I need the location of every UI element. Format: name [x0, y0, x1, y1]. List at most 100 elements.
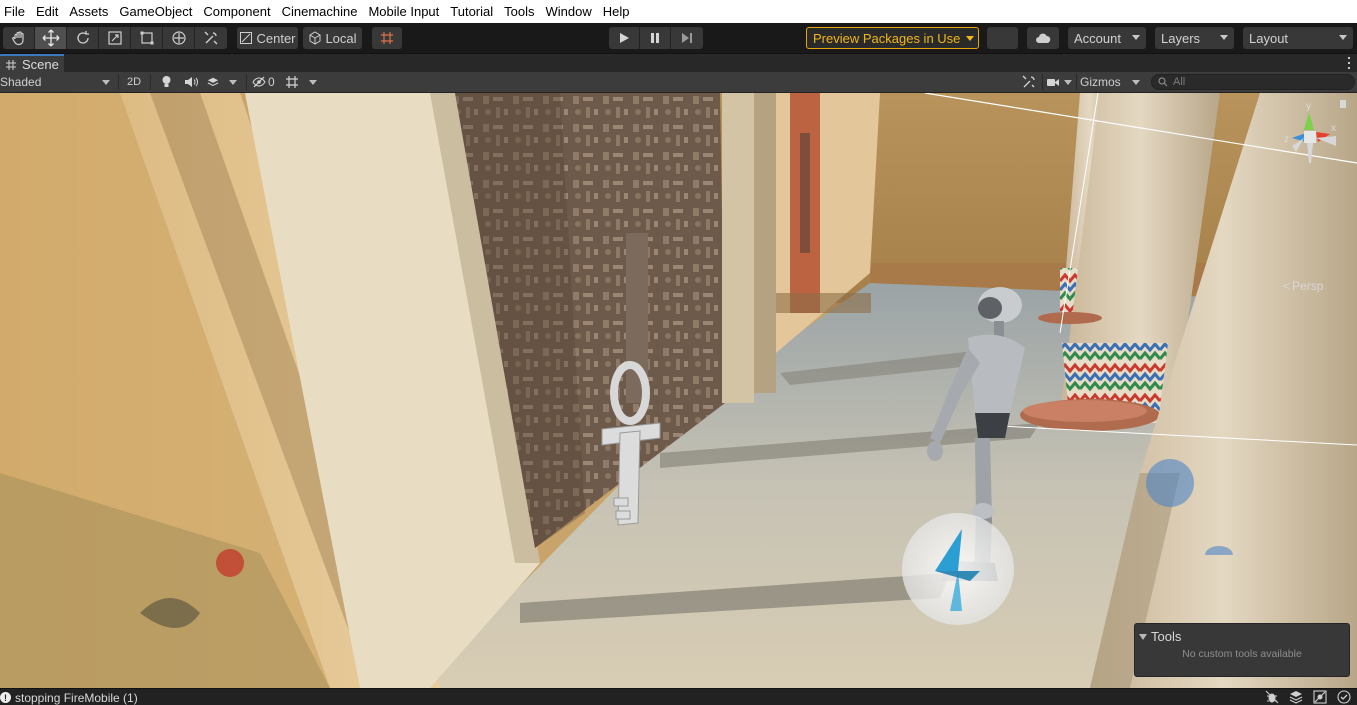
camera-caret-icon	[1064, 79, 1072, 85]
audio-toggle[interactable]	[182, 72, 200, 92]
scene-viewport[interactable]: y z x < Persp Tools No custom tools avai…	[0, 93, 1357, 688]
grid-dropdown[interactable]	[285, 72, 321, 92]
collapse-triangle-icon	[1139, 633, 1147, 640]
rect-tool-button[interactable]	[131, 27, 163, 49]
orientation-gizmo[interactable]: y z x	[1278, 98, 1348, 178]
move-arrows-icon	[42, 29, 59, 47]
grid-caret-icon	[309, 79, 317, 85]
pivot-space-button[interactable]: Local	[303, 27, 362, 49]
menu-file[interactable]: File	[0, 0, 32, 23]
scale-icon	[107, 31, 122, 45]
status-message-text: stopping FireMobile (1)	[15, 690, 138, 705]
draw-mode-dropdown[interactable]: Shaded	[0, 72, 114, 92]
menu-edit[interactable]: Edit	[32, 0, 65, 23]
gizmos-label: Gizmos	[1080, 75, 1121, 89]
rotate-tool-button[interactable]	[67, 27, 99, 49]
scene-render	[0, 93, 1357, 688]
axis-x-label: x	[1331, 123, 1336, 134]
pivot-space-label: Local	[325, 30, 357, 46]
pivot-mode-button[interactable]: Center	[237, 27, 298, 49]
tab-scene-label: Scene	[22, 57, 59, 72]
menu-component[interactable]: Component	[199, 0, 277, 23]
scene-search-placeholder: All	[1173, 76, 1186, 88]
menu-tutorial[interactable]: Tutorial	[446, 0, 500, 23]
play-icon	[620, 33, 629, 43]
tab-scene[interactable]: Scene	[0, 54, 64, 73]
camera-settings-dropdown[interactable]	[1046, 72, 1076, 92]
tab-menu-button[interactable]	[1347, 57, 1351, 69]
layout-dropdown[interactable]: Layout	[1243, 27, 1353, 49]
axis-z-label: z	[1284, 134, 1289, 145]
tools-overlay-title: Tools	[1151, 629, 1182, 644]
preview-packages-label: Preview Packages in Use	[813, 30, 961, 46]
gizmos-dropdown[interactable]: Gizmos	[1080, 72, 1146, 92]
layers-dropdown[interactable]: Layers	[1155, 27, 1234, 49]
check-icon[interactable]	[1336, 690, 1351, 704]
projection-label: Persp	[1292, 279, 1324, 293]
layout-caret-icon	[1339, 35, 1347, 40]
transform-tool-button[interactable]	[163, 27, 195, 49]
pause-button[interactable]	[640, 27, 671, 49]
eye-hidden-icon	[252, 76, 266, 88]
scene-search-input[interactable]: All	[1151, 74, 1355, 90]
draw-mode-caret-icon	[102, 80, 110, 85]
axis-y-label: y	[1306, 101, 1311, 112]
scene-toolbar: Shaded 2D 0 Gizmos All	[0, 72, 1357, 93]
progress-icon[interactable]	[1312, 690, 1327, 704]
preview-packages-caret-icon	[966, 35, 975, 41]
debug-icon[interactable]	[1264, 690, 1279, 704]
preview-packages-button[interactable]: Preview Packages in Use	[806, 27, 979, 49]
draw-mode-label: Shaded	[0, 75, 42, 89]
wrench-icon	[1022, 75, 1035, 88]
custom-tool-button[interactable]	[195, 27, 227, 49]
lighting-toggle[interactable]	[157, 72, 175, 92]
projection-toggle[interactable]: < Persp	[1283, 279, 1323, 293]
pause-icon	[651, 33, 659, 43]
grid-snap-button[interactable]	[372, 27, 402, 49]
playmode-controls	[609, 27, 703, 49]
menu-window[interactable]: Window	[542, 0, 599, 23]
menu-help[interactable]: Help	[599, 0, 637, 23]
hand-icon	[11, 31, 24, 46]
camera-icon	[1047, 78, 1059, 86]
error-icon: !	[0, 692, 11, 703]
hidden-objects-count: 0	[268, 75, 275, 89]
lightbulb-icon	[162, 76, 170, 87]
console-status-message[interactable]: ! stopping FireMobile (1)	[0, 689, 138, 705]
persp-arrow-icon: <	[1283, 279, 1291, 293]
menu-gameobject[interactable]: GameObject	[115, 0, 199, 23]
cube-icon	[309, 31, 321, 45]
status-bar: ! stopping FireMobile (1)	[0, 688, 1357, 705]
hidden-objects-toggle[interactable]: 0	[252, 72, 280, 92]
play-button[interactable]	[609, 27, 640, 49]
cloud-icon	[1036, 33, 1051, 43]
hash-icon	[6, 59, 16, 70]
lock-icon[interactable]	[1340, 100, 1346, 108]
menu-bar: File Edit Assets GameObject Component Ci…	[0, 0, 1357, 23]
toggle-2d-button[interactable]: 2D	[123, 72, 145, 92]
toggle-2d-label: 2D	[126, 76, 142, 88]
layers-status-icon[interactable]	[1288, 690, 1303, 704]
transform-tools-group	[3, 27, 227, 49]
step-button[interactable]	[671, 27, 703, 49]
menu-tools[interactable]: Tools	[500, 0, 541, 23]
effects-caret-icon	[229, 79, 237, 85]
pivot-mode-label: Center	[256, 30, 296, 46]
move-tool-button[interactable]	[35, 27, 67, 49]
tools-overlay-header[interactable]: Tools	[1139, 629, 1181, 644]
scene-tools-button[interactable]	[1019, 72, 1039, 92]
grid-snap-icon	[381, 32, 393, 44]
transform-icon	[171, 31, 186, 45]
menu-cinemachine[interactable]: Cinemachine	[278, 0, 365, 23]
menu-assets[interactable]: Assets	[65, 0, 115, 23]
hand-tool-button[interactable]	[3, 27, 35, 49]
effects-dropdown[interactable]	[207, 72, 237, 92]
main-toolbar: Center Local Preview Packages in Use Acc…	[0, 23, 1357, 53]
tools-overlay-panel: Tools No custom tools available	[1134, 623, 1350, 677]
collab-button[interactable]	[987, 27, 1018, 49]
account-dropdown[interactable]: Account	[1068, 27, 1146, 49]
cloud-button[interactable]	[1027, 27, 1059, 49]
scale-tool-button[interactable]	[99, 27, 131, 49]
layers-caret-icon	[1220, 35, 1228, 40]
menu-mobile-input[interactable]: Mobile Input	[364, 0, 446, 23]
